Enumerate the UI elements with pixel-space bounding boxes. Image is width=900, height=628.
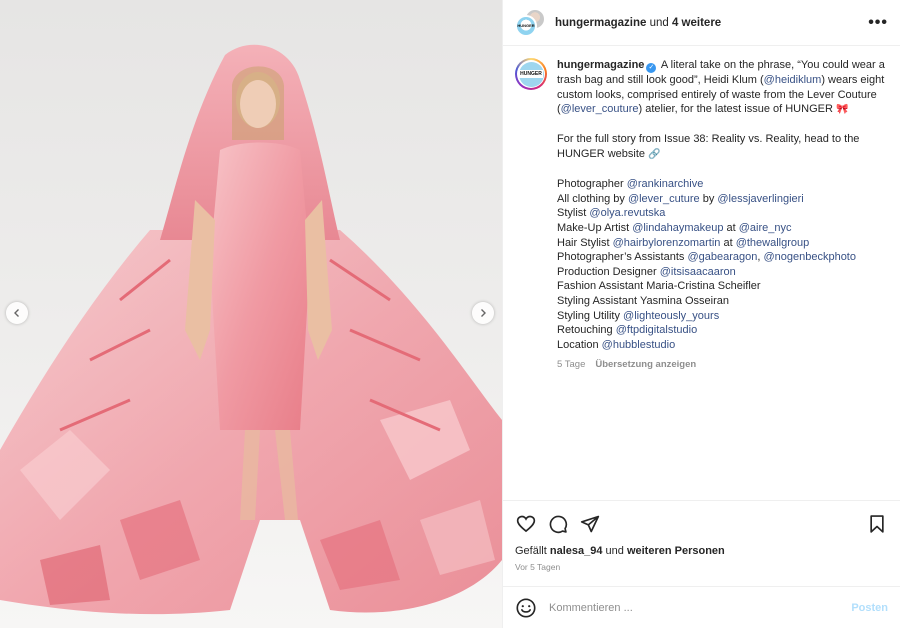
credit-line: Styling Utility @lighteously_yours — [557, 309, 886, 324]
likes-others-link[interactable]: weiteren Personen — [627, 545, 725, 557]
credit-text: at — [723, 221, 739, 234]
header-joiner: und — [646, 16, 672, 29]
translate-link[interactable]: Übersetzung anzeigen — [595, 359, 696, 370]
credit-line: Location @hubblestudio — [557, 338, 886, 353]
collab-avatars[interactable]: HUNGER — [515, 7, 546, 38]
post-header: HUNGER hungermagazine und 4 weitere ••• — [503, 0, 900, 46]
mention-link[interactable]: @itsisaacaaron — [660, 266, 736, 278]
header-authors: hungermagazine und 4 weitere — [555, 17, 721, 29]
caption-area: HUNGER hungermagazine ✓ A literal take on… — [503, 46, 900, 500]
mention-link[interactable]: @lessjaverlingieri — [717, 193, 803, 205]
likes-username[interactable]: nalesa_94 — [550, 545, 603, 557]
hunger-avatar-small: HUNGER — [515, 14, 537, 37]
mention-link[interactable]: @olya.revutska — [589, 207, 665, 219]
caption-meta: 5 Tage Übersetzung anzeigen — [557, 358, 886, 373]
mention-link[interactable]: @aire_nyc — [739, 222, 792, 234]
share-send-icon[interactable] — [579, 513, 601, 535]
credit-text: Styling Utility — [557, 309, 624, 322]
caption-text-segment: For the full story from Issue 38: Realit… — [557, 133, 860, 160]
bookmark-save-icon[interactable] — [866, 513, 888, 535]
caption-paragraph-2: For the full story from Issue 38: Realit… — [557, 132, 886, 162]
action-icons — [515, 511, 888, 537]
credit-text: Fashion Assistant Maria-Cristina Scheifl… — [557, 280, 761, 293]
caption-age[interactable]: 5 Tage — [557, 359, 585, 370]
mention-link[interactable]: @nogenbeckphoto — [763, 251, 856, 263]
mention-link[interactable]: @lever_cuture — [628, 193, 700, 205]
credit-text: Location — [557, 338, 602, 351]
header-others-link[interactable]: 4 weitere — [672, 17, 721, 29]
mention-link[interactable]: @rankinarchive — [627, 178, 704, 190]
mention-link[interactable]: @hubblestudio — [602, 339, 676, 351]
credit-text: Stylist — [557, 207, 590, 220]
chevron-right-icon — [481, 309, 486, 317]
credit-line: Retouching @ftpdigitalstudio — [557, 323, 886, 338]
credit-line: Stylist @olya.revutska — [557, 206, 886, 221]
post-image[interactable] — [0, 0, 502, 628]
credit-line: Photographer’s Assistants @gabearagon, @… — [557, 250, 886, 265]
credit-text: by — [699, 192, 718, 205]
mention-link[interactable]: @gabearagon — [687, 251, 757, 263]
likes-joiner: und — [602, 545, 627, 557]
link-emoji-icon: 🔗 — [648, 148, 661, 160]
likes-prefix: Gefällt — [515, 545, 550, 557]
avatar-logo-text: HUNGER — [519, 70, 543, 78]
credits-list: Photographer @rankinarchive All clothing … — [557, 177, 886, 352]
avatar-ring-inner: HUNGER — [517, 60, 545, 88]
mention-link[interactable]: @lindahaymakeup — [632, 222, 723, 234]
header-username[interactable]: hungermagazine — [555, 17, 646, 29]
credit-text: at — [720, 236, 736, 249]
post-side-panel: HUNGER hungermagazine und 4 weitere ••• … — [502, 0, 900, 628]
mention-link[interactable]: @ftpdigitalstudio — [616, 324, 698, 336]
caption-text: hungermagazine ✓ A literal take on the ph… — [557, 58, 886, 500]
emoji-smile-icon[interactable] — [515, 597, 537, 619]
comment-bubble-icon[interactable] — [547, 513, 569, 535]
chevron-left-icon — [14, 309, 19, 317]
credit-text: Photographer’s Assistants — [557, 251, 688, 264]
next-image-button[interactable] — [472, 302, 494, 324]
avatar-logo-text: HUNGER — [517, 23, 535, 28]
like-heart-icon[interactable] — [515, 513, 537, 535]
credit-text: Styling Assistant Yasmina Osseiran — [557, 294, 730, 307]
mention-link[interactable]: @thewallgroup — [736, 237, 810, 249]
credit-line: Photographer @rankinarchive — [557, 177, 886, 192]
caption-username[interactable]: hungermagazine — [557, 59, 644, 71]
credit-text: Production Designer — [557, 265, 660, 278]
credit-text: Photographer — [557, 178, 627, 191]
credit-text: Hair Stylist — [557, 236, 613, 249]
comment-input[interactable] — [549, 601, 852, 614]
mention-link[interactable]: @lever_couture — [561, 103, 639, 115]
credit-line: Make-Up Artist @lindahaymakeup at @aire_… — [557, 221, 886, 236]
avatar-image: HUNGER — [518, 61, 544, 87]
caption-paragraph-1: hungermagazine ✓ A literal take on the ph… — [557, 58, 886, 118]
author-avatar[interactable]: HUNGER — [515, 58, 547, 90]
ribbon-emoji-icon: 🎀 — [835, 104, 849, 116]
likes-summary: Gefällt nalesa_94 und weiteren Personen — [515, 545, 888, 557]
previous-image-button[interactable] — [6, 302, 28, 324]
verified-badge-icon: ✓ — [646, 63, 657, 73]
caption-text-segment: ) atelier, for the latest issue of HUNGE… — [638, 103, 836, 116]
photo-pink-dress — [0, 0, 502, 628]
post-comment-button[interactable]: Posten — [851, 602, 888, 614]
instagram-post-modal: HUNGER hungermagazine und 4 weitere ••• … — [0, 0, 900, 628]
comment-bar: Posten — [503, 586, 900, 628]
credit-line: All clothing by @lever_cuture by @lessja… — [557, 192, 886, 207]
mention-link[interactable]: @lighteously_yours — [623, 310, 719, 322]
mention-link[interactable]: @hairbylorenzomartin — [613, 237, 721, 249]
credit-line: Hair Stylist @hairbylorenzomartin at @th… — [557, 236, 886, 251]
credit-text: Make-Up Artist — [557, 221, 633, 234]
action-bar: Gefällt nalesa_94 und weiteren Personen … — [503, 500, 900, 586]
credit-line: Production Designer @itsisaacaaron — [557, 265, 886, 280]
mention-link[interactable]: @heidiklum — [764, 74, 822, 86]
credit-line: Styling Assistant Yasmina Osseiran — [557, 294, 886, 309]
post-timestamp[interactable]: Vor 5 Tagen — [515, 562, 888, 572]
credit-line: Fashion Assistant Maria-Cristina Scheifl… — [557, 279, 886, 294]
credit-text: All clothing by — [557, 192, 628, 205]
credit-text: Retouching — [557, 324, 616, 337]
more-options-icon[interactable]: ••• — [868, 14, 888, 32]
